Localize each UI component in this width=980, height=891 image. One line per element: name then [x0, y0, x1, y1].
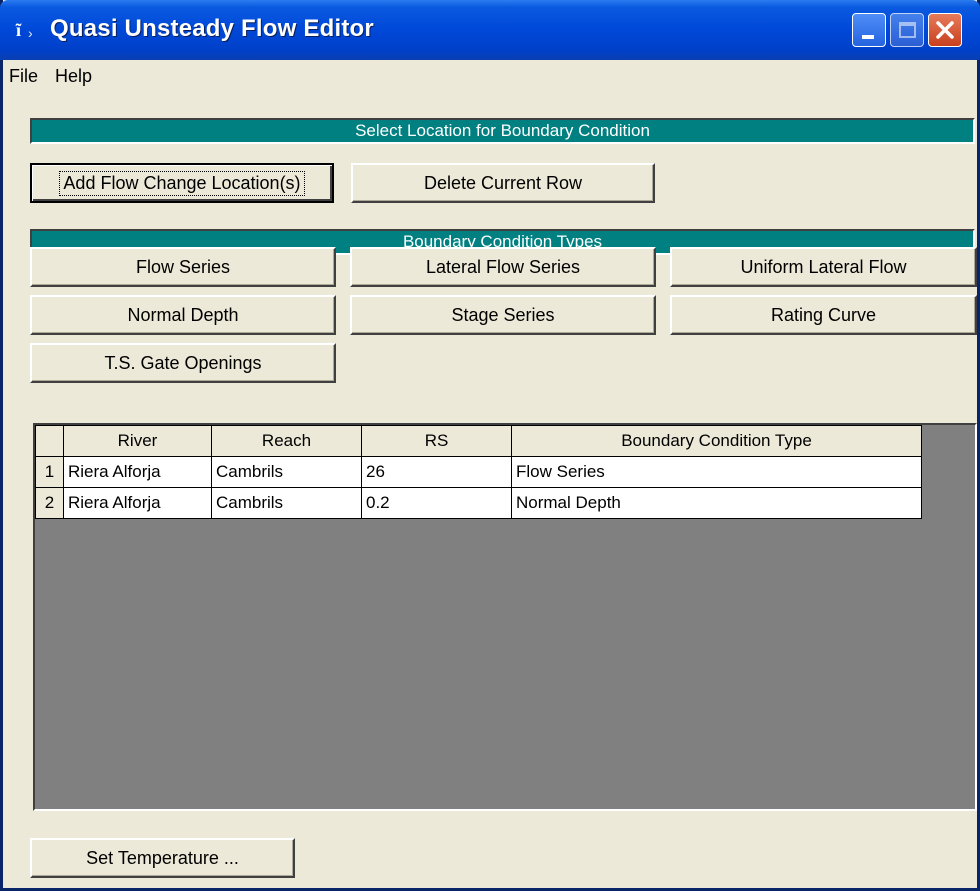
cell-reach[interactable]: Cambrils	[211, 456, 362, 488]
window-title: Quasi Unsteady Flow Editor	[50, 15, 374, 42]
svg-text:›: ›	[28, 25, 33, 41]
lateral-flow-series-button[interactable]: Lateral Flow Series	[350, 247, 656, 287]
cell-reach[interactable]: Cambrils	[211, 487, 362, 519]
maximize-icon[interactable]	[890, 13, 924, 47]
cell-river[interactable]: Riera Alforja	[63, 456, 212, 488]
close-icon[interactable]	[928, 13, 962, 47]
table-header-row: River Reach RS Boundary Condition Type	[35, 425, 922, 457]
boundary-condition-table: River Reach RS Boundary Condition Type 1…	[35, 425, 922, 519]
add-flow-change-location-button[interactable]: Add Flow Change Location(s)	[30, 163, 334, 203]
cell-rs[interactable]: 0.2	[361, 487, 512, 519]
flow-series-button[interactable]: Flow Series	[30, 247, 336, 287]
delete-current-row-button[interactable]: Delete Current Row	[351, 163, 655, 203]
cell-bc-type[interactable]: Flow Series	[511, 456, 922, 488]
cell-bc-type[interactable]: Normal Depth	[511, 487, 922, 519]
select-location-header: Select Location for Boundary Condition	[30, 118, 975, 144]
cell-river[interactable]: Riera Alforja	[63, 487, 212, 519]
stage-series-button[interactable]: Stage Series	[350, 295, 656, 335]
set-temperature-button[interactable]: Set Temperature ...	[30, 838, 295, 878]
ts-gate-openings-button[interactable]: T.S. Gate Openings	[30, 343, 336, 383]
column-header-reach[interactable]: Reach	[211, 425, 362, 457]
svg-text:ĩ: ĩ	[15, 20, 22, 40]
column-header-rs[interactable]: RS	[361, 425, 512, 457]
normal-depth-button[interactable]: Normal Depth	[30, 295, 336, 335]
column-header-bc-type[interactable]: Boundary Condition Type	[511, 425, 922, 457]
title-bar[interactable]: ĩ › Quasi Unsteady Flow Editor	[0, 0, 980, 60]
add-flow-change-location-label: Add Flow Change Location(s)	[59, 170, 305, 196]
hec-ras-icon: ĩ ›	[15, 20, 33, 41]
table-corner-cell	[35, 425, 64, 457]
menu-help[interactable]: Help	[55, 66, 92, 87]
menu-bar: File Help	[3, 60, 977, 90]
rating-curve-button[interactable]: Rating Curve	[670, 295, 977, 335]
quasi-unsteady-flow-editor-window: ĩ › Quasi Unsteady Flow Editor File Help…	[0, 0, 980, 891]
row-number[interactable]: 2	[35, 487, 64, 519]
table-row[interactable]: 2 Riera Alforja Cambrils 0.2 Normal Dept…	[35, 487, 922, 519]
minimize-icon[interactable]	[852, 13, 886, 47]
menu-file[interactable]: File	[9, 66, 38, 87]
row-number[interactable]: 1	[35, 456, 64, 488]
uniform-lateral-flow-button[interactable]: Uniform Lateral Flow	[670, 247, 977, 287]
cell-rs[interactable]: 26	[361, 456, 512, 488]
column-header-river[interactable]: River	[63, 425, 212, 457]
boundary-condition-grid[interactable]: River Reach RS Boundary Condition Type 1…	[33, 423, 977, 811]
table-row[interactable]: 1 Riera Alforja Cambrils 26 Flow Series	[35, 456, 922, 488]
